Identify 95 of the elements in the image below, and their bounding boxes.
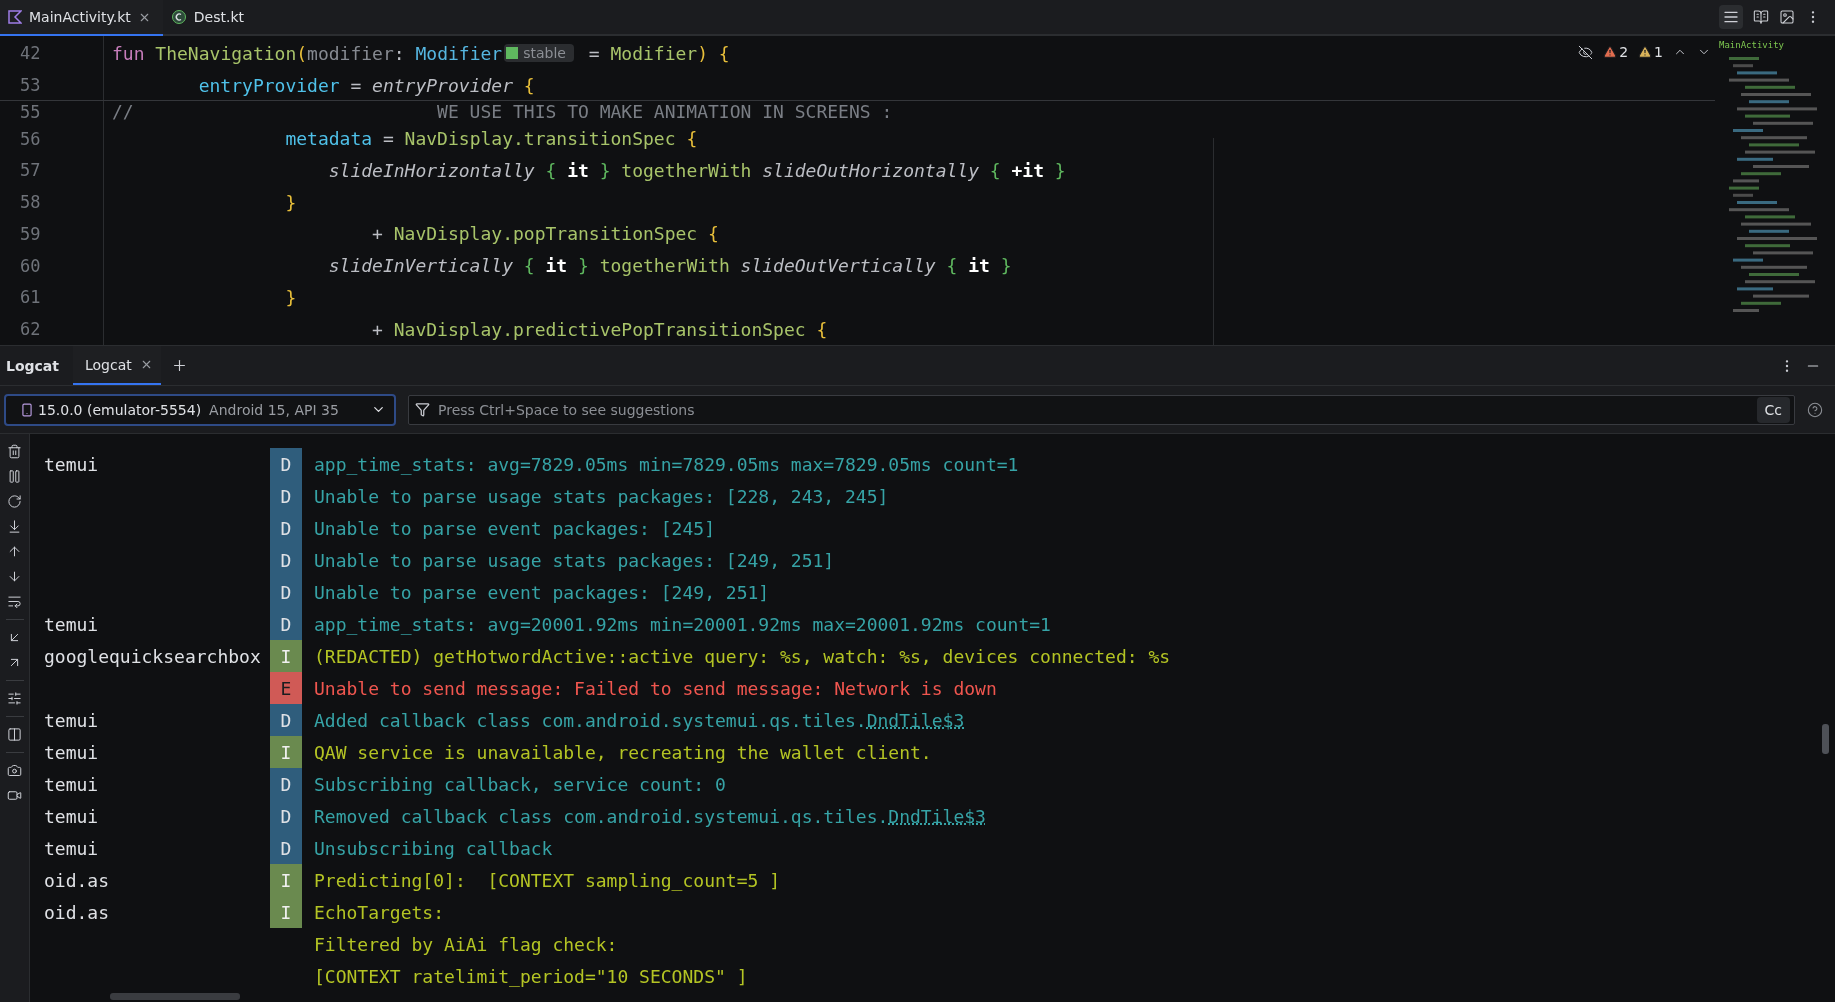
log-level-badge: D (270, 480, 302, 512)
eye-slash-icon[interactable] (1578, 44, 1594, 60)
log-message: Unable to parse event packages: [245] (313, 516, 715, 541)
line-number: 56 (0, 122, 104, 155)
line-number: 57 (0, 154, 104, 187)
log-tag: temui (30, 608, 270, 640)
help-icon[interactable] (1807, 401, 1823, 418)
code-line: entryProvider = entryProvider { (197, 74, 535, 96)
code-line: slideInVertically { it } togetherWith slideOutVertically { it } (327, 255, 1012, 277)
log-level-badge: D (270, 800, 302, 832)
filter-field[interactable]: Press Ctrl+Space to see suggestions Cc (408, 394, 1795, 425)
log-message: Predicting[0]: [CONTEXT sampling_count=5 ] (313, 868, 780, 893)
log-tag: temui (30, 736, 270, 768)
code-line: metadata = NavDisplay.transitionSpec { (284, 128, 698, 150)
phone-icon (20, 402, 34, 417)
line-number: 60 (0, 249, 104, 282)
class-link[interactable]: DndTile$3 (888, 805, 986, 827)
code-line: } (284, 191, 297, 213)
soft-wrap-icon[interactable] (7, 594, 22, 609)
editor-tab[interactable]: Dest.kt (162, 0, 257, 36)
log-tag: temui (30, 800, 270, 832)
code-line: fun TheNavigation(modifier: Modifier stable = Modifier) { (112, 42, 730, 64)
image-icon[interactable] (1779, 9, 1795, 25)
log-level-badge: I (270, 640, 302, 672)
restart-icon[interactable] (7, 494, 22, 509)
split-view-icon[interactable] (1753, 9, 1769, 25)
log-level-badge: D (270, 832, 302, 864)
log-message: QAW service is unavailable, recreating the wallet client. (313, 740, 932, 765)
log-tag: temui (30, 832, 270, 864)
line-number: 55 (0, 101, 104, 123)
scroll-to-end-icon[interactable] (7, 519, 22, 534)
line-number: 62 (0, 313, 104, 345)
camera-icon[interactable] (7, 763, 22, 778)
split-panel-icon[interactable] (7, 727, 22, 742)
log-message: Removed callback class com.android.systemui.qs.tiles.DndTile$3 (313, 804, 986, 829)
log-message: app_time_stats: avg=7829.05ms min=7829.05ms max=7829.05ms count=1 (313, 452, 1019, 477)
log-tag: googlequicksearchbox (30, 640, 270, 672)
log-message: Unable to parse usage stats packages: [249, 251] (313, 548, 835, 573)
log-message: Unable to send message: Failed to send message: Network is down (313, 676, 997, 701)
video-icon[interactable] (7, 788, 22, 803)
device-dropdown[interactable]: 15.0.0 (emulator-5554) Android 15, API 35 (4, 393, 396, 426)
pause-icon[interactable] (7, 469, 22, 484)
log-message: Unable to parse usage stats packages: [228, 243, 245] (313, 484, 889, 509)
log-tag: temui (30, 704, 270, 736)
log-level-badge: D (270, 512, 302, 544)
match-case-button[interactable]: Cc (1756, 396, 1790, 423)
sliders-icon[interactable] (7, 691, 22, 706)
code-line: + NavDisplay.popTransitionSpec { (371, 223, 719, 245)
scrollbar-thumb[interactable] (110, 993, 240, 1000)
log-tag: oid.as (30, 896, 270, 928)
log-level-badge: D (270, 704, 302, 736)
lines-icon (1723, 9, 1739, 25)
code-line: slideInHorizontally { it } togetherWith slideOutHorizontally { +it } (327, 159, 1066, 181)
log-level-badge: D (270, 608, 302, 640)
log-message: [CONTEXT ratelimit_period="10 SECONDS" ] (313, 964, 748, 989)
log-message: Added callback class com.android.systemui.qs.tiles.DndTile$3 (313, 708, 965, 733)
arrow-down-icon[interactable] (7, 569, 22, 584)
error-count[interactable]: 2 (1603, 44, 1629, 60)
code-line: } (284, 286, 297, 308)
log-message: (REDACTED) getHotwordActive::active query: %s, watch: %s, devices connected: %s (313, 644, 1171, 669)
log-message: Subscribing callback, service count: 0 (313, 772, 726, 797)
arrow-up-icon[interactable] (7, 544, 22, 559)
code-view-button[interactable] (1719, 5, 1743, 29)
line-number: 42 (0, 36, 104, 70)
log-message: app_time_stats: avg=20001.92ms min=20001.92ms max=20001.92ms count=1 (313, 612, 1051, 637)
log-level-badge: E (270, 672, 302, 704)
log-tag: oid.as (30, 864, 270, 896)
log-level-badge: I (270, 864, 302, 896)
log-message: Unsubscribing callback (313, 836, 553, 861)
log-level-badge: D (270, 448, 302, 480)
log-message: Filtered by AiAi flag check: (313, 932, 618, 957)
line-number: 61 (0, 281, 104, 314)
line-number: 53 (0, 70, 104, 100)
log-level-badge: D (270, 768, 302, 800)
code-line: // WE USE THIS TO MAKE ANIMATION IN SCREENS : (112, 101, 893, 123)
warning-count[interactable]: 1 (1638, 44, 1663, 60)
class-link[interactable]: DndTile$3 (866, 709, 965, 731)
log-message: EchoTargets: (313, 900, 445, 925)
log-level-badge: D (270, 544, 302, 576)
log-level-badge: I (270, 736, 302, 768)
log-level-badge: D (270, 576, 302, 608)
minimap-title: MainActivity (1719, 40, 1786, 50)
line-number: 59 (0, 218, 104, 250)
log-tag: temui (30, 768, 270, 800)
kotlin-file-icon (8, 10, 22, 24)
filter-icon[interactable] (415, 402, 430, 417)
log-level-badge: I (270, 896, 302, 928)
trash-icon[interactable] (7, 444, 22, 459)
line-number: 58 (0, 186, 104, 219)
log-tag: temui (30, 448, 270, 480)
log-message: Unable to parse event packages: [249, 251] (313, 580, 770, 605)
code-line: + NavDisplay.predictivePopTransitionSpec { (371, 318, 828, 340)
class-file-icon (170, 9, 187, 25)
tool-window-title: Logcat (5, 356, 60, 376)
scrollbar-thumb[interactable] (1822, 724, 1829, 754)
